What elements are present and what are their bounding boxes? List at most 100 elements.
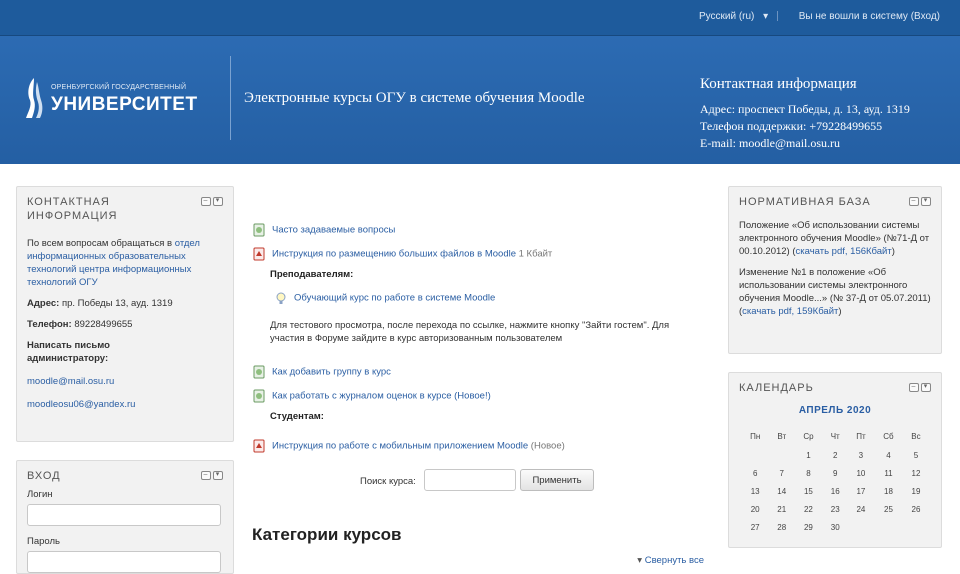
calendar-day: 1	[806, 450, 811, 460]
university-logo[interactable]: ОРЕНБУРГСКИЙ ГОСУДАРСТВЕННЫЙ УНИВЕРСИТЕТ	[24, 74, 214, 124]
header-address: Адрес: проспект Победы, д. 13, ауд. 1319	[700, 102, 910, 116]
calendar-day: 28	[777, 522, 787, 532]
page-icon	[253, 389, 265, 403]
weekday: Вс	[911, 431, 921, 441]
contact-address: Адрес: пр. Победы 13, ауд. 1319	[27, 297, 223, 310]
calendar-day: 6	[752, 468, 758, 478]
calendar-day: 25	[884, 504, 893, 514]
block-title: Календарь	[739, 382, 814, 394]
calendar-weekdays: Пн Вт Ср Чт Пт Сб Вс	[741, 426, 929, 446]
calendar-week: 13 14 15 16 17 18 19	[741, 482, 929, 500]
add-group-link[interactable]: Как добавить группу в курс	[272, 367, 391, 378]
language-menu[interactable]: Русский (ru) ▾	[693, 11, 768, 22]
calendar-day: 23	[830, 504, 840, 514]
address-value: пр. Победы 13, ауд. 1319	[59, 298, 173, 309]
pdf-icon	[253, 439, 265, 453]
course-search-button[interactable]: Применить	[520, 469, 594, 491]
norm-item-1-download[interactable]: скачать pdf, 156Кбайт	[796, 246, 892, 257]
calendar-empty-cell	[903, 518, 929, 536]
email-link-1[interactable]: moodle@mail.osu.ru	[27, 376, 114, 387]
block-controls: – ▾	[201, 197, 223, 206]
norm-item-2-download[interactable]: скачать pdf, 159Кбайт	[742, 306, 838, 317]
faq-link[interactable]: Часто задаваемые вопросы	[272, 225, 395, 236]
calendar-day: 7	[779, 468, 784, 478]
calendar-day: 30	[830, 522, 840, 532]
calendar-day: 3	[858, 450, 864, 460]
block-controls: – ▾	[201, 471, 223, 480]
logo-subtitle: ОРЕНБУРГСКИЙ ГОСУДАРСТВЕННЫЙ	[51, 84, 187, 91]
collapse-all-link[interactable]: ▾ Свернуть все	[637, 555, 704, 566]
training-course-link[interactable]: Обучающий курс по работе в системе Moodl…	[294, 293, 495, 304]
calendar-day: 15	[803, 486, 813, 496]
email-link-2[interactable]: moodleosu06@yandex.ru	[27, 399, 135, 410]
add-group-row: Как добавить группу в курс	[252, 365, 391, 379]
phone-label: Телефон:	[27, 319, 72, 330]
main-content: Часто задаваемые вопросы Инструкция по р…	[252, 205, 712, 574]
gradebook-link[interactable]: Как работать с журналом оценок в курсе (…	[272, 391, 491, 402]
password-label: Пароль	[27, 536, 60, 547]
calendar-week: 20 21 22 23 24 25 26	[741, 500, 929, 518]
calendar-day: 17	[856, 486, 866, 496]
block-title: Контактная информация	[27, 196, 118, 222]
login-input[interactable]	[27, 504, 221, 526]
header-contacts-title: Контактная информация	[700, 76, 857, 92]
norm-item-2-text: Изменение №1 в положение «Об использован…	[739, 267, 931, 304]
calendar-month-link[interactable]: АПРЕЛЬ 2020	[739, 405, 931, 416]
login-label: Логин	[27, 489, 53, 500]
top-bar: Русский (ru) ▾ Вы не вошли в систему (Вх…	[0, 0, 960, 36]
calendar-week: 6 7 8 9 10 11 12	[741, 464, 929, 482]
weekday: Пн	[750, 431, 761, 441]
calendar-week: 27 28 29 30	[741, 518, 929, 536]
block-title: Нормативная база	[739, 196, 871, 208]
top-bar-links: Русский (ru) ▾ Вы не вошли в систему (Вх…	[687, 11, 940, 22]
calendar-day: 5	[913, 450, 919, 460]
calendar-day: 29	[803, 522, 813, 532]
students-heading: Студентам:	[270, 411, 324, 422]
write-label: Написать письмо администратору:	[27, 340, 110, 364]
hide-block-icon[interactable]: –	[201, 471, 211, 480]
block-title: Вход	[27, 470, 61, 482]
calendar-day: 16	[830, 486, 840, 496]
triangle-down-icon: ▾	[637, 555, 643, 566]
calendar-block: Календарь – ▾ АПРЕЛЬ 2020 Пн Вт Ср Чт Пт…	[728, 372, 942, 548]
move-block-icon[interactable]: ▾	[921, 197, 931, 206]
block-controls: – ▾	[909, 383, 931, 392]
large-files-link[interactable]: Инструкция по размещению больших файлов …	[272, 249, 516, 260]
preview-instructions: Для тестового просмотра, после перехода …	[270, 320, 670, 344]
login-status-link[interactable]: Вы не вошли в систему (Вход)	[799, 11, 940, 22]
hide-block-icon[interactable]: –	[201, 197, 211, 206]
address-label: Адрес:	[27, 298, 60, 309]
move-block-icon[interactable]: ▾	[213, 197, 223, 206]
block-header: Контактная информация – ▾	[27, 195, 223, 223]
calendar-day: 26	[911, 504, 921, 514]
block-header: Нормативная база – ▾	[739, 195, 931, 209]
calendar-day: 24	[856, 504, 866, 514]
weekday: Сб	[883, 431, 894, 441]
calendar-days: 1 2 3 4 5 6 7 8 9 10 11 12 13 14 15 16 17 18 19 20 21 22 23 24 2…	[741, 446, 929, 536]
page-icon	[253, 365, 265, 379]
calendar-day: 8	[806, 468, 811, 478]
pdf-icon	[253, 247, 265, 261]
language-label: Русский (ru)	[698, 11, 755, 22]
categories-title: Категории курсов	[252, 525, 402, 544]
header-contacts: Контактная информация Адрес: проспект По…	[700, 76, 950, 152]
block-controls: – ▾	[909, 197, 931, 206]
contact-intro-text: По всем вопросам обращаться в	[27, 238, 175, 249]
phone-value: 89228499655	[71, 319, 133, 330]
calendar-day: 11	[884, 468, 893, 478]
password-input[interactable]	[27, 551, 221, 573]
weekday: Чт	[830, 431, 840, 441]
move-block-icon[interactable]: ▾	[921, 383, 931, 392]
faq-row: Часто задаваемые вопросы	[252, 223, 395, 237]
course-search-input[interactable]	[424, 469, 516, 491]
logo-title: УНИВЕРСИТЕТ	[51, 94, 198, 115]
mobile-app-link[interactable]: Инструкция по работе с мобильным приложе…	[272, 441, 528, 452]
calendar-day: 13	[750, 486, 760, 496]
norm-item-2: Изменение №1 в положение «Об использован…	[739, 267, 931, 317]
hide-block-icon[interactable]: –	[909, 383, 919, 392]
site-header: ОРЕНБУРГСКИЙ ГОСУДАРСТВЕННЫЙ УНИВЕРСИТЕТ…	[0, 36, 960, 164]
weekday: Ср	[803, 431, 814, 441]
move-block-icon[interactable]: ▾	[213, 471, 223, 480]
hide-block-icon[interactable]: –	[909, 197, 919, 206]
training-course-row: Обучающий курс по работе в системе Moodl…	[274, 291, 495, 305]
